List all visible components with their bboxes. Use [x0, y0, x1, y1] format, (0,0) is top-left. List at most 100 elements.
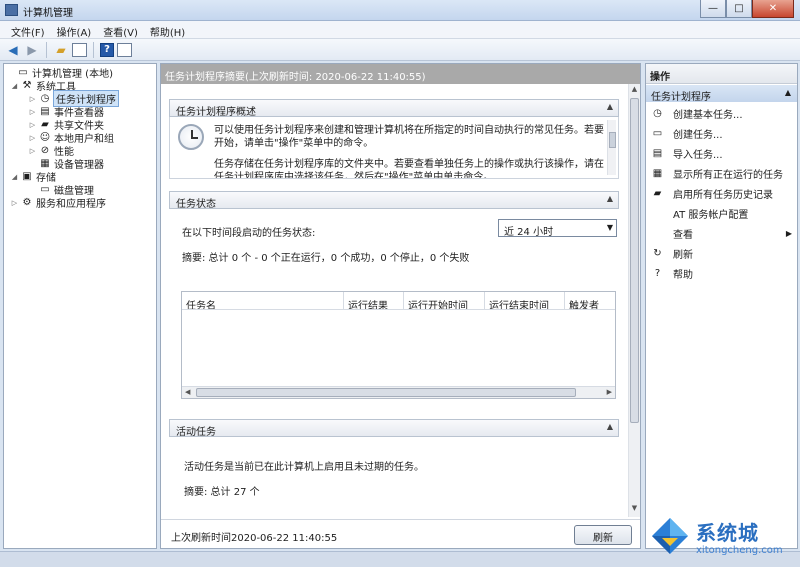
status-title: 任务状态: [176, 199, 216, 210]
submenu-arrow-icon: ▶: [785, 228, 792, 238]
scroll-right-icon[interactable]: ▶: [607, 388, 612, 396]
refresh-button[interactable]: 刷新: [574, 525, 632, 545]
action-item[interactable]: ▭ 创建任务...: [648, 124, 796, 142]
action-item-label: 导入任务...: [673, 149, 723, 161]
column-header[interactable]: 运行结果: [344, 292, 404, 309]
collapse-icon[interactable]: ▲: [607, 422, 613, 431]
shared-folder-icon: ▰: [41, 119, 49, 130]
window-title: 计算机管理: [23, 8, 73, 19]
computer-icon: ▭: [18, 67, 28, 78]
menu-view[interactable]: 查看(V): [98, 21, 145, 39]
tree-expander-icon[interactable]: ▷: [28, 147, 37, 155]
tree-expander-icon[interactable]: ▷: [28, 121, 37, 129]
tree-expander-icon[interactable]: ◢: [10, 82, 19, 90]
dropdown-arrow-icon[interactable]: ▼: [607, 223, 613, 232]
action-item-label: 查看: [673, 229, 693, 241]
action-item-label: 显示所有正在运行的任务: [673, 169, 783, 181]
xitongcheng-logo-icon: [652, 518, 688, 554]
refresh-icon: ↻: [653, 247, 662, 259]
action-item-label: 启用所有任务历史记录: [673, 189, 773, 201]
overview-paragraph-2: 任务存储在任务计划程序库的文件夹中。若要查看单独任务上的操作或执行该操作，请在任…: [214, 159, 604, 179]
overview-paragraph-1: 可以使用任务计划程序来创建和管理计算机将在所指定的时间自动执行的常见任务。若要开…: [214, 125, 604, 149]
device-manager-icon: ▦: [40, 158, 50, 169]
toolbar: ◀ ▶ ▰ ?: [0, 39, 800, 61]
status-summary: 摘要: 总计 0 个 - 0 个正在运行，0 个成功，0 个停止，0 个失败: [182, 253, 470, 264]
help-icon: ?: [654, 267, 661, 279]
action-item-label: AT 服务帐户配置: [673, 209, 749, 221]
action-item[interactable]: ↻ 刷新: [648, 244, 796, 262]
minimize-button[interactable]: —: [700, 0, 726, 18]
up-folder-icon[interactable]: ▰: [53, 42, 69, 58]
summary-vertical-scrollbar[interactable]: ▲ ▼: [628, 84, 640, 517]
help-icon[interactable]: ?: [100, 42, 114, 57]
blank-icon: [651, 227, 664, 239]
performance-icon: ⊘: [40, 145, 50, 156]
scroll-down-icon[interactable]: ▼: [629, 504, 640, 516]
menu-action[interactable]: 操作(A): [52, 21, 99, 39]
menu-file[interactable]: 文件(F): [6, 21, 52, 39]
last-refresh-time: 上次刷新时间2020-06-22 11:40:55: [171, 533, 338, 544]
overview-scrollbar[interactable]: [607, 120, 616, 175]
running-tasks-icon: ▦: [652, 167, 663, 179]
create-task-icon: ▭: [652, 127, 663, 139]
actions-section-header[interactable]: 任务计划程序 ▲: [646, 85, 797, 103]
tree-expander-icon[interactable]: ◢: [10, 173, 19, 181]
toolbar-separator: [46, 41, 47, 58]
window-controls: — □ ✕: [700, 0, 794, 19]
disk-icon: ▭: [40, 184, 50, 195]
action-item[interactable]: ? 帮助: [648, 264, 796, 282]
overview-section-header[interactable]: 任务计划程序概述 ▲: [169, 99, 619, 118]
action-item[interactable]: ◷ 创建基本任务...: [648, 104, 796, 122]
scroll-up-icon[interactable]: ▲: [629, 85, 640, 97]
back-arrow-icon[interactable]: ◀: [5, 42, 21, 58]
tree-item[interactable]: ◢ ▣ 存储: [10, 170, 56, 184]
tools-icon: ⚒: [22, 80, 32, 91]
column-header[interactable]: 触发者: [565, 292, 615, 309]
close-button[interactable]: ✕: [752, 0, 794, 18]
active-section-header[interactable]: 活动任务 ▲: [169, 419, 619, 438]
collapse-icon[interactable]: ▲: [607, 102, 613, 111]
import-task-icon: ▤: [652, 147, 663, 159]
column-header[interactable]: 运行结束时间: [485, 292, 565, 309]
watermark: 系统城 xitongcheng.com: [648, 510, 798, 566]
column-header[interactable]: 任务名: [182, 292, 344, 309]
console-tree: ▭ 计算机管理 (本地) ◢ ⚒ 系统工具 ▷ ◷ 任务计划程序 ▷ ▤ 事件查看器 ▷ ▰ 共享文件夹 ▷…: [3, 63, 157, 549]
action-item[interactable]: AT 服务帐户配置: [648, 204, 796, 222]
action-item[interactable]: 查看 ▶: [648, 224, 796, 242]
action-item[interactable]: ▤ 导入任务...: [648, 144, 796, 162]
storage-icon: ▣: [22, 171, 32, 182]
overview-text: 可以使用任务计划程序来创建和管理计算机将在所指定的时间自动执行的常见任务。若要开…: [214, 124, 604, 179]
history-icon: ▰: [653, 187, 662, 199]
maximize-button[interactable]: □: [726, 0, 752, 18]
tree-item-label: 设备管理器: [54, 160, 104, 171]
action-item-label: 创建任务...: [673, 129, 723, 141]
watermark-url: xitongcheng.com: [696, 545, 783, 556]
menu-help[interactable]: 帮助(H): [145, 21, 192, 39]
computer-management-icon: [5, 4, 18, 16]
tree-item[interactable]: ▷ ⚙ 服务和应用程序: [10, 196, 106, 210]
tree-expander-icon[interactable]: ▷: [10, 199, 19, 207]
show-hide-tree-icon[interactable]: [72, 42, 87, 57]
collapse-icon[interactable]: ▲: [785, 88, 791, 97]
tree-item-label: 存储: [36, 173, 56, 184]
table-horizontal-scrollbar[interactable]: ◀ ▶: [182, 386, 615, 398]
tree-expander-icon[interactable]: ▷: [28, 134, 37, 142]
status-period-label: 在以下时间段启动的任务状态:: [182, 228, 316, 239]
task-scheduler-clock-icon: [178, 124, 204, 150]
action-item-label: 刷新: [673, 249, 693, 261]
forward-arrow-icon[interactable]: ▶: [24, 42, 40, 58]
status-section-header[interactable]: 任务状态 ▲: [169, 191, 619, 210]
show-hide-action-pane-icon[interactable]: [117, 42, 132, 57]
scroll-left-icon[interactable]: ◀: [185, 388, 190, 396]
menu-bar: 文件(F) 操作(A) 查看(V) 帮助(H): [0, 21, 800, 39]
column-header[interactable]: 运行开始时间: [404, 292, 485, 309]
collapse-icon[interactable]: ▲: [607, 194, 613, 203]
tree-expander-icon[interactable]: ▷: [28, 108, 37, 116]
action-item-label: 创建基本任务...: [673, 109, 743, 121]
action-item[interactable]: ▦ 显示所有正在运行的任务: [648, 164, 796, 182]
period-select[interactable]: 近 24 小时 ▼: [498, 219, 617, 238]
tree-expander-icon[interactable]: ▷: [28, 95, 37, 103]
action-item[interactable]: ▰ 启用所有任务历史记录: [648, 184, 796, 202]
active-tasks-description: 活动任务是当前已在此计算机上启用且未过期的任务。: [184, 462, 424, 473]
actions-pane: 操作 任务计划程序 ▲ ◷ 创建基本任务... ▭ 创建任务... ▤ 导入任务... ▦ 显…: [645, 63, 798, 549]
